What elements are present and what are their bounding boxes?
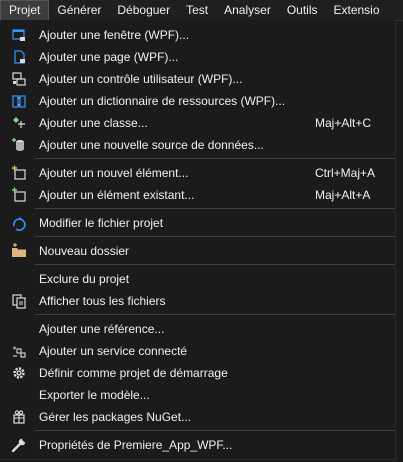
menu-item-add-existing-item[interactable]: Ajouter un élément existant... Maj+Alt+A	[1, 184, 395, 206]
menu-item-label: Modifier le fichier projet	[39, 216, 164, 230]
menu-item-label: Exclure du projet	[39, 272, 130, 286]
menu-item-shortcut: Ctrl+Maj+A	[315, 166, 376, 180]
menu-item-add-connected-service[interactable]: Ajouter un service connecté	[1, 340, 395, 362]
menu-item-new-folder[interactable]: Nouveau dossier	[1, 240, 395, 262]
gear-icon	[11, 365, 27, 381]
menu-separator	[35, 430, 395, 431]
menu-outils[interactable]: Outils	[279, 0, 326, 20]
menu-item-label: Ajouter un nouvel élément...	[39, 166, 189, 180]
menu-item-label: Ajouter un service connecté	[39, 344, 188, 358]
menu-test[interactable]: Test	[178, 0, 216, 20]
menu-item-manage-nuget[interactable]: Gérer les packages NuGet...	[1, 406, 395, 428]
new-item-icon	[11, 165, 27, 181]
menu-item-add-data-source[interactable]: Ajouter une nouvelle source de données..…	[1, 134, 395, 156]
menu-generer[interactable]: Générer	[49, 0, 109, 20]
connected-service-icon	[11, 343, 27, 359]
menu-item-add-reference[interactable]: Ajouter une référence...	[1, 318, 395, 340]
menu-item-shortcut: Maj+Alt+C	[315, 116, 372, 130]
menu-item-add-user-control[interactable]: Ajouter un contrôle utilisateur (WPF)...	[1, 68, 395, 90]
menu-item-shortcut: Maj+Alt+A	[315, 188, 371, 202]
resource-dictionary-icon	[11, 93, 27, 109]
menu-item-label: Définir comme projet de démarrage	[39, 366, 228, 380]
menu-projet[interactable]: Projet	[0, 0, 50, 20]
menu-separator	[35, 236, 395, 237]
nuget-icon	[11, 409, 27, 425]
refresh-icon	[11, 215, 27, 231]
menu-bar: Projet Générer Déboguer Test Analyser Ou…	[0, 0, 403, 21]
menu-item-add-class[interactable]: Ajouter une classe... Maj+Alt+C	[1, 112, 395, 134]
menu-item-add-window[interactable]: Ajouter une fenêtre (WPF)...	[1, 24, 395, 46]
menu-item-label: Exporter le modèle...	[39, 388, 150, 402]
window-add-icon	[11, 27, 27, 43]
data-source-icon	[11, 137, 27, 153]
menu-item-label: Ajouter un élément existant...	[39, 188, 195, 202]
new-folder-icon	[11, 243, 27, 259]
menu-item-label: Afficher tous les fichiers	[39, 294, 166, 308]
menu-item-label: Ajouter un dictionnaire de ressources (W…	[39, 94, 286, 108]
menu-item-set-startup-project[interactable]: Définir comme projet de démarrage	[1, 362, 395, 384]
menu-item-label: Ajouter une classe...	[39, 116, 148, 130]
menu-item-show-all-files[interactable]: Afficher tous les fichiers	[1, 290, 395, 312]
menu-item-project-properties[interactable]: Propriétés de Premiere_App_WPF...	[1, 434, 395, 456]
menu-item-label: Ajouter une fenêtre (WPF)...	[39, 28, 190, 42]
menu-item-exclude-from-project[interactable]: Exclure du projet	[1, 268, 395, 290]
menu-analyser[interactable]: Analyser	[216, 0, 279, 20]
menu-extensions[interactable]: Extensio	[326, 0, 388, 20]
class-icon	[11, 115, 27, 131]
menu-item-add-resource-dictionary[interactable]: Ajouter un dictionnaire de ressources (W…	[1, 90, 395, 112]
menu-deboguer[interactable]: Déboguer	[109, 0, 178, 20]
menu-separator	[35, 208, 395, 209]
menu-item-label: Propriétés de Premiere_App_WPF...	[39, 438, 233, 452]
menu-item-label: Nouveau dossier	[39, 244, 130, 258]
page-add-icon	[11, 49, 27, 65]
menu-item-add-new-item[interactable]: Ajouter un nouvel élément... Ctrl+Maj+A	[1, 162, 395, 184]
menu-separator	[35, 314, 395, 315]
menu-item-label: Gérer les packages NuGet...	[39, 410, 192, 424]
existing-item-icon	[11, 187, 27, 203]
menu-separator	[35, 158, 395, 159]
menu-separator	[35, 264, 395, 265]
projet-dropdown-menu: Ajouter une fenêtre (WPF)... Ajouter une…	[1, 20, 396, 460]
menu-item-label: Ajouter un contrôle utilisateur (WPF)...	[39, 72, 243, 86]
menu-item-export-template[interactable]: Exporter le modèle...	[1, 384, 395, 406]
menu-item-label: Ajouter une page (WPF)...	[39, 50, 179, 64]
menu-item-label: Ajouter une nouvelle source de données..…	[39, 138, 264, 152]
menu-item-add-page[interactable]: Ajouter une page (WPF)...	[1, 46, 395, 68]
wrench-icon	[11, 437, 27, 453]
user-control-icon	[11, 71, 27, 87]
menu-item-label: Ajouter une référence...	[39, 322, 165, 336]
menu-item-edit-project-file[interactable]: Modifier le fichier projet	[1, 212, 395, 234]
show-all-files-icon	[11, 293, 27, 309]
